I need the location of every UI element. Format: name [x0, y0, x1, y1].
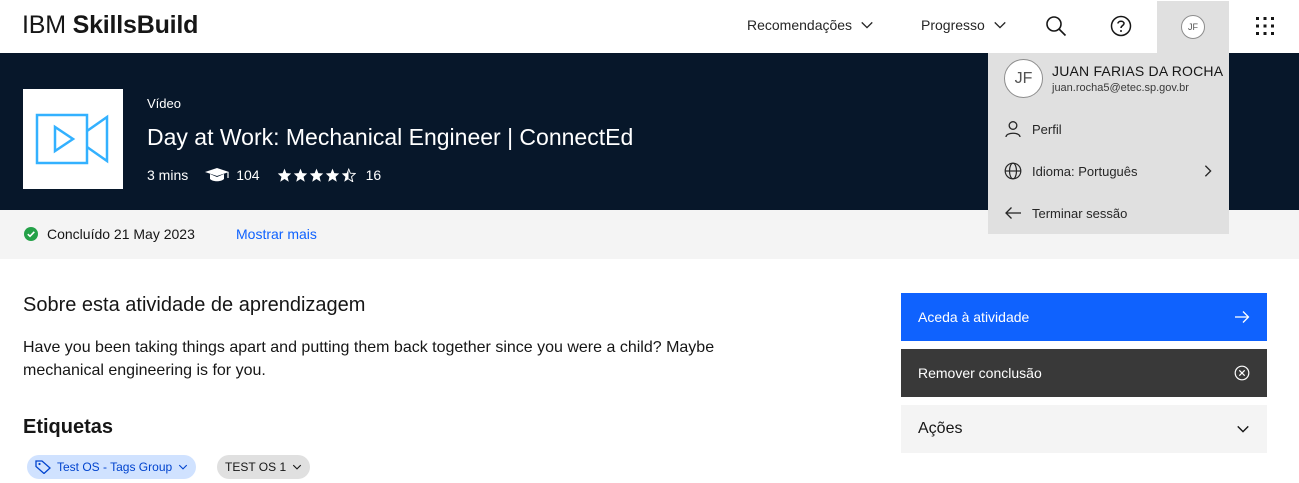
user-menu-dropdown: JF JUAN FARIAS DA ROCHA juan.rocha5@etec…: [988, 53, 1229, 234]
graduation-cap-icon: [204, 167, 230, 183]
menu-item-label: Perfil: [1032, 121, 1062, 137]
access-activity-button[interactable]: Aceda à atividade: [901, 293, 1267, 341]
chevron-right-icon: [1204, 165, 1212, 177]
search-icon: [1046, 16, 1067, 37]
menu-item-language[interactable]: Idioma: Português: [1004, 158, 1214, 184]
help-button[interactable]: [1099, 5, 1143, 47]
help-icon: [1110, 15, 1132, 37]
arrow-right-icon: [1235, 311, 1250, 323]
menu-item-logout[interactable]: Terminar sessão: [1004, 200, 1214, 226]
tag-label: TEST OS 1: [225, 460, 287, 474]
globe-icon: [1004, 162, 1022, 180]
chevron-down-icon: [179, 464, 188, 470]
activity-thumbnail: [23, 89, 123, 189]
arrow-left-icon: [1005, 207, 1021, 219]
tags-heading: Etiquetas: [23, 416, 114, 438]
menu-item-profile[interactable]: Perfil: [1004, 116, 1214, 142]
brand-logo[interactable]: IBM SkillsBuild: [22, 11, 198, 40]
star-icon: [325, 168, 339, 182]
actions-label: Ações: [918, 420, 963, 437]
avatar: JF: [1004, 59, 1043, 98]
user-name: JUAN FARIAS DA ROCHA: [1052, 63, 1224, 79]
tag-label: Test OS - Tags Group: [57, 460, 173, 474]
checkmark-filled-icon: [24, 227, 38, 241]
tag-group-dropdown[interactable]: Test OS - Tags Group: [27, 455, 197, 479]
user-avatar-button[interactable]: JF: [1157, 1, 1229, 53]
app-grid-icon: [1256, 17, 1274, 35]
avatar: JF: [1181, 15, 1205, 39]
learner-count: 104: [236, 167, 260, 183]
chevron-down-icon: [1237, 425, 1249, 433]
remove-completion-label: Remover conclusão: [918, 365, 1042, 381]
show-more-link[interactable]: Mostrar mais: [236, 226, 317, 242]
user-email: juan.rocha5@etec.sp.gov.br: [1052, 82, 1189, 94]
user-icon: [1005, 121, 1021, 138]
chevron-down-icon: [292, 464, 302, 470]
nav-progress-label: Progresso: [921, 17, 985, 33]
half-star-icon: [341, 168, 356, 182]
completed-date: Concluído 21 May 2023: [47, 226, 195, 242]
nav-recommendations-label: Recomendações: [747, 17, 853, 33]
tag-dropdown[interactable]: TEST OS 1: [217, 455, 311, 479]
menu-item-label: Idioma: Português: [1032, 163, 1138, 179]
tag-icon: [35, 460, 51, 474]
video-camera-icon: [35, 113, 109, 165]
chevron-down-icon: [861, 21, 873, 29]
about-description: Have you been taking things apart and pu…: [23, 339, 715, 379]
star-icon: [309, 168, 323, 182]
activity-meta: 3 mins 104 16: [147, 167, 381, 183]
remove-completion-button[interactable]: Remover conclusão: [901, 349, 1267, 397]
menu-item-label: Terminar sessão: [1032, 205, 1128, 221]
nav-recommendations[interactable]: Recomendações: [747, 17, 874, 33]
about-heading: Sobre esta atividade de aprendizagem: [23, 294, 366, 316]
star-icon: [277, 168, 291, 182]
activity-type: Vídeo: [147, 96, 181, 111]
brand-skillsbuild: SkillsBuild: [72, 11, 199, 39]
chevron-down-icon: [994, 21, 1006, 29]
star-icon: [293, 168, 307, 182]
nav-progress[interactable]: Progresso: [921, 17, 1007, 33]
duration: 3 mins: [147, 167, 189, 183]
activity-title: Day at Work: Mechanical Engineer | Conne…: [147, 124, 634, 150]
top-navigation-bar: IBM SkillsBuild Recomendações Progresso …: [0, 0, 1299, 53]
actions-dropdown[interactable]: Ações: [901, 405, 1267, 453]
brand-ibm: IBM: [22, 11, 73, 39]
search-button[interactable]: [1034, 5, 1078, 47]
access-activity-label: Aceda à atividade: [918, 309, 1030, 325]
star-rating: [277, 168, 356, 182]
app-switcher-button[interactable]: [1243, 5, 1287, 47]
close-circle-icon: [1234, 365, 1250, 381]
rating-count: 16: [365, 167, 382, 183]
